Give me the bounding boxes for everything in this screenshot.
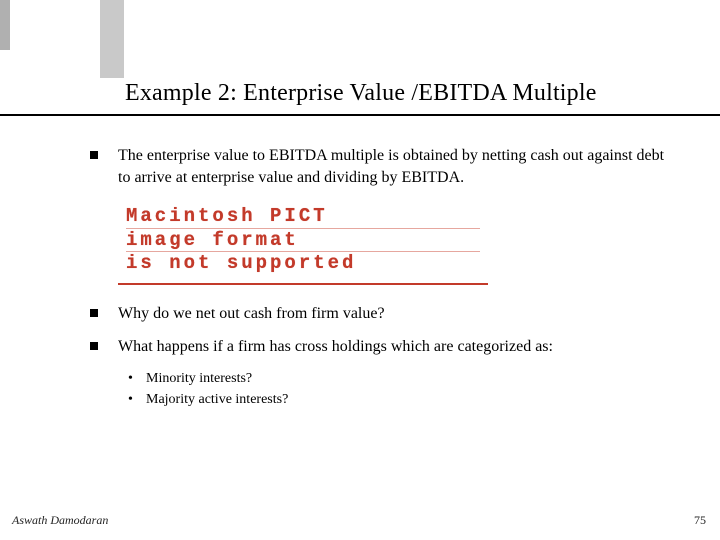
title-wrap: Example 2: Enterprise Value /EBITDA Mult… <box>125 80 695 107</box>
sub-bullet-item: • Minority interests? <box>90 370 680 389</box>
title-underline <box>0 114 720 116</box>
sub-bullet-item: • Majority active interests? <box>90 391 680 410</box>
placeholder-line: is not supported <box>126 253 480 275</box>
decor-bar-small <box>0 0 10 50</box>
sub-bullet-text: Minority interests? <box>146 371 252 386</box>
slide-body: The enterprise value to EBITDA multiple … <box>90 145 680 412</box>
footer-page-number: 75 <box>694 513 706 528</box>
bullet-text: The enterprise value to EBITDA multiple … <box>118 147 664 186</box>
bullet-item: What happens if a firm has cross holding… <box>90 336 680 358</box>
footer-author: Aswath Damodaran <box>12 513 108 528</box>
dot-bullet-icon: • <box>128 391 133 410</box>
square-bullet-icon <box>90 342 98 350</box>
square-bullet-icon <box>90 151 98 159</box>
bullet-item: Why do we net out cash from firm value? <box>90 303 680 325</box>
slide-title: Example 2: Enterprise Value /EBITDA Mult… <box>125 80 695 107</box>
square-bullet-icon <box>90 309 98 317</box>
missing-image-placeholder: Macintosh PICT image format is not suppo… <box>118 200 488 285</box>
placeholder-line: image format <box>126 230 480 253</box>
bullet-text: Why do we net out cash from firm value? <box>118 305 385 322</box>
dot-bullet-icon: • <box>128 370 133 389</box>
bullet-text: What happens if a firm has cross holding… <box>118 338 553 355</box>
sub-bullet-text: Majority active interests? <box>146 392 288 407</box>
slide: Example 2: Enterprise Value /EBITDA Mult… <box>0 0 720 540</box>
placeholder-line: Macintosh PICT <box>126 206 480 229</box>
decor-bar-large <box>100 0 124 78</box>
bullet-item: The enterprise value to EBITDA multiple … <box>90 145 680 188</box>
